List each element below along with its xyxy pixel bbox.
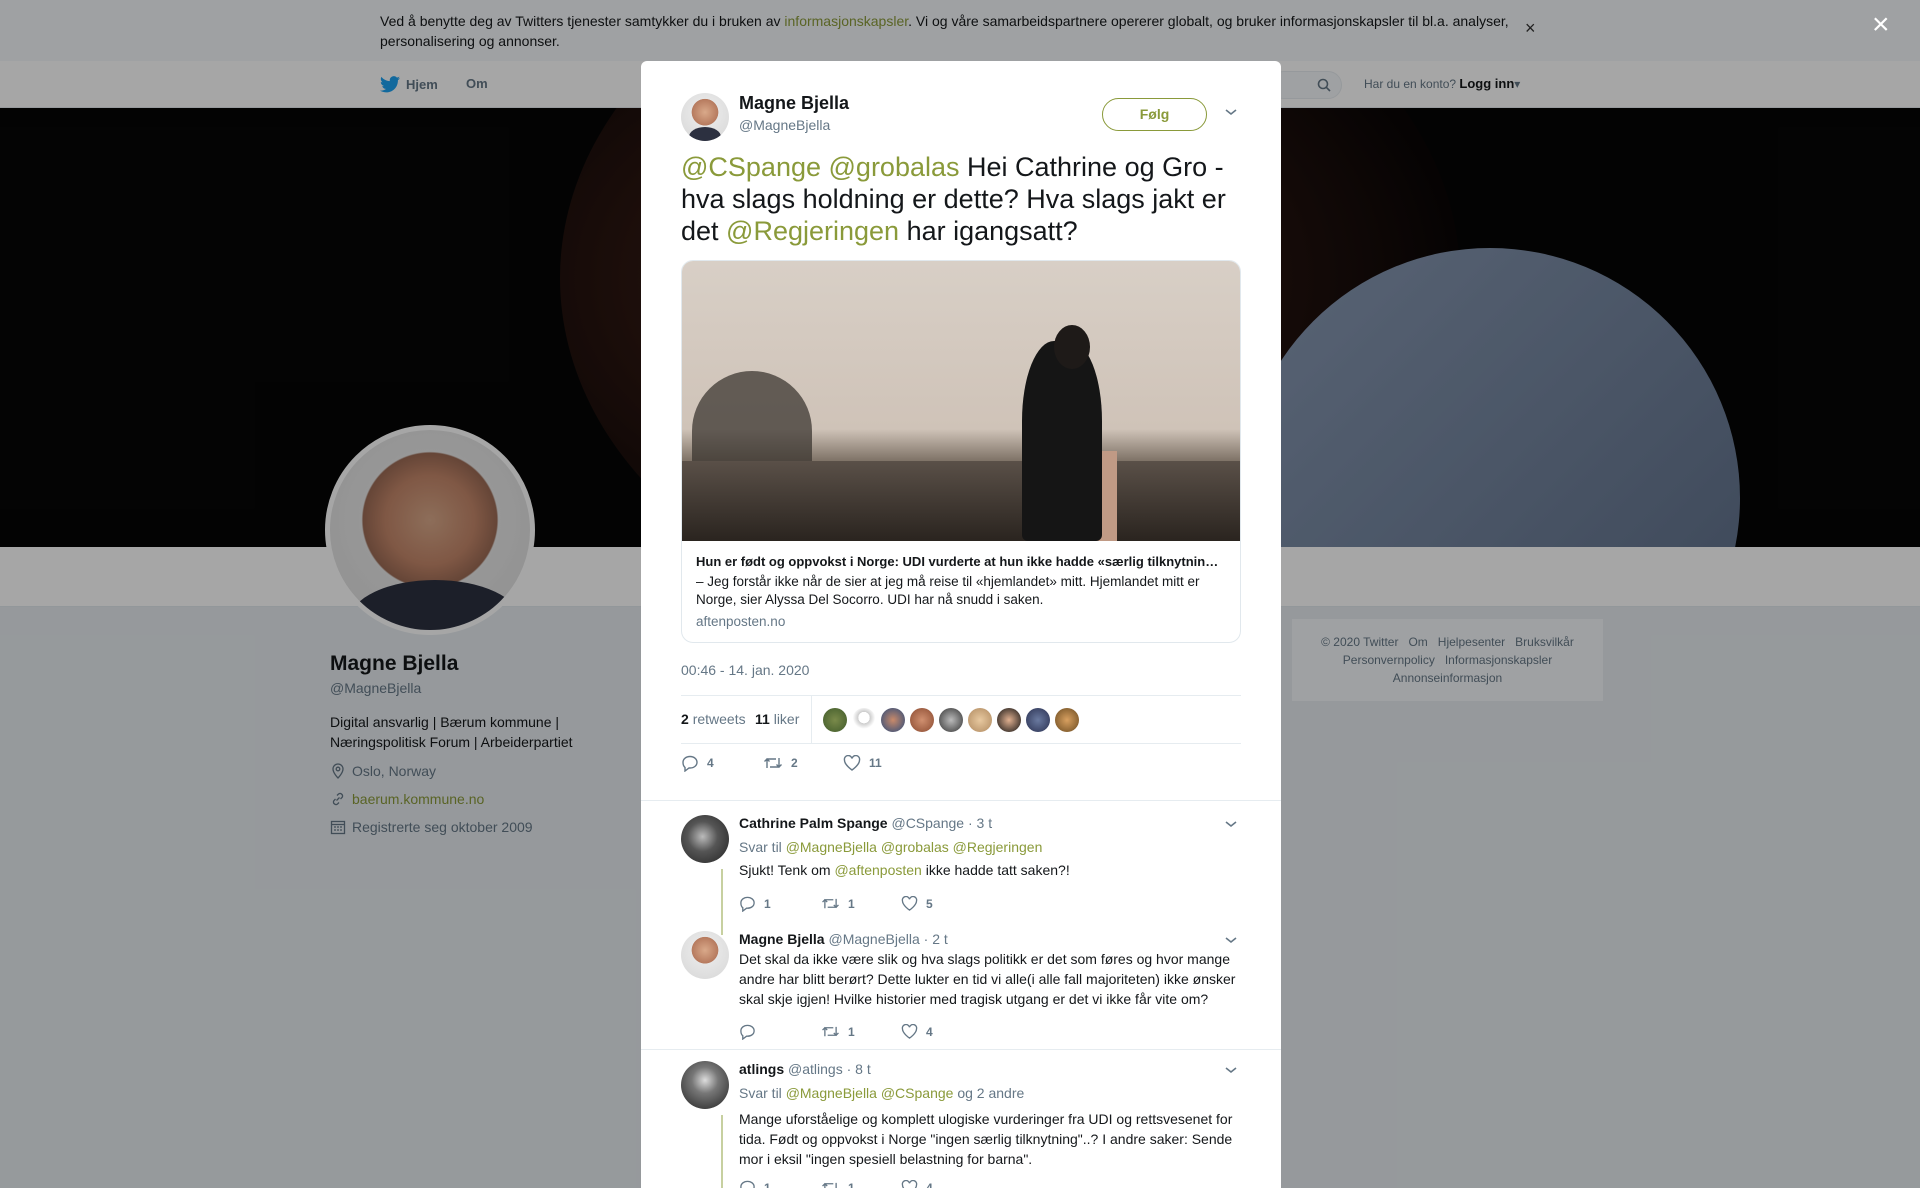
like-button[interactable]: 11 xyxy=(843,755,882,771)
mention-link[interactable]: @aftenposten xyxy=(834,862,921,878)
reply-header: Cathrine Palm Spange @CSpange · 3 t xyxy=(739,815,992,831)
heart-icon xyxy=(901,896,918,911)
retweets-stat[interactable]: 2 retweets xyxy=(681,711,746,727)
reply-button[interactable]: 1 xyxy=(739,895,821,912)
liker-avatar[interactable] xyxy=(1026,708,1050,732)
liker-avatar[interactable] xyxy=(910,708,934,732)
reply-to-line: Svar til @MagneBjella @CSpange og 2 andr… xyxy=(739,1085,1025,1101)
reply-author-name[interactable]: Cathrine Palm Spange xyxy=(739,815,888,831)
reply-to-mentions[interactable]: @MagneBjella @CSpange xyxy=(786,1085,954,1101)
link-card[interactable]: Hun er født og oppvokst i Norge: UDI vur… xyxy=(681,260,1241,643)
tweet-author-handle[interactable]: @MagneBjella xyxy=(739,117,830,133)
reply-icon xyxy=(740,896,755,912)
tweet-stats: 2 retweets 11 liker xyxy=(681,695,1241,744)
reply-button[interactable]: 1 xyxy=(739,1179,821,1188)
reply-body: Det skal da ikke være slik og hva slags … xyxy=(739,951,1236,1007)
reply-time[interactable]: · 8 t xyxy=(847,1061,871,1077)
retweet-icon xyxy=(822,1182,837,1188)
likes-stat[interactable]: 11 liker xyxy=(755,711,799,727)
heart-icon xyxy=(843,755,861,771)
retweet-button[interactable]: 2 xyxy=(763,755,843,771)
card-image xyxy=(682,261,1240,541)
like-button[interactable]: 4 xyxy=(901,1180,933,1188)
retweet-button[interactable]: 1 xyxy=(821,896,901,911)
reply-body: Sjukt! Tenk om @aftenposten ikke hadde t… xyxy=(739,862,1070,878)
tweet-text: @CSpange @grobalas Hei Cathrine og Gro -… xyxy=(681,152,1226,246)
tweet-timestamp[interactable]: 00:46 - 14. jan. 2020 xyxy=(681,662,809,678)
card-domain: aftenposten.no xyxy=(696,614,786,629)
heart-icon xyxy=(901,1180,918,1188)
heart-icon xyxy=(901,1024,918,1039)
reply-author-handle[interactable]: @atlings xyxy=(788,1061,843,1077)
reply-time[interactable]: · 3 t xyxy=(968,815,992,831)
liker-avatar[interactable] xyxy=(968,708,992,732)
card-description: – Jeg forstår ikke når de sier at jeg må… xyxy=(696,574,1200,607)
retweet-icon xyxy=(822,1026,839,1037)
retweet-button[interactable]: 1 xyxy=(821,1024,901,1039)
mention-link[interactable]: @CSpange xyxy=(681,152,821,182)
liker-avatar[interactable] xyxy=(939,708,963,732)
retweet-icon xyxy=(764,758,782,768)
close-modal-button[interactable]: × xyxy=(1872,10,1890,40)
mention-link[interactable]: @Regjeringen xyxy=(726,216,899,246)
reply-icon xyxy=(682,755,698,772)
reply-icon xyxy=(740,1024,755,1040)
reply-author-handle[interactable]: @MagneBjella xyxy=(828,931,919,947)
card-title: Hun er født og oppvokst i Norge: UDI vur… xyxy=(696,554,1226,569)
reply-tweet: Magne Bjella @MagneBjella · 2 t Det skal… xyxy=(681,931,1251,1051)
reply-header: Magne Bjella @MagneBjella · 2 t xyxy=(739,931,948,947)
tweet-author-name[interactable]: Magne Bjella xyxy=(739,93,849,114)
like-button[interactable]: 4 xyxy=(901,1024,933,1039)
tweet-actions: 4 2 11 xyxy=(681,754,882,772)
reply-actions: 1 1 4 xyxy=(739,1179,933,1188)
reply-body: Mange uforståelige og komplett ulogiske … xyxy=(739,1111,1233,1167)
follow-button[interactable]: Følg xyxy=(1102,98,1207,131)
tweet-modal: Magne Bjella @MagneBjella Følg @CSpange … xyxy=(641,61,1281,1188)
reply-to-line: Svar til @MagneBjella @grobalas @Regjeri… xyxy=(739,839,1043,855)
like-button[interactable]: 5 xyxy=(901,896,933,911)
chevron-down-icon[interactable] xyxy=(1224,107,1238,117)
liker-avatars xyxy=(823,708,1079,732)
mention-link[interactable]: @grobalas xyxy=(829,152,960,182)
liker-avatar[interactable] xyxy=(997,708,1021,732)
reply-avatar[interactable] xyxy=(681,931,729,979)
chevron-down-icon[interactable] xyxy=(1224,935,1238,945)
reply-avatar[interactable] xyxy=(681,815,729,863)
reply-to-mentions[interactable]: @MagneBjella @grobalas @Regjeringen xyxy=(786,839,1043,855)
liker-avatar[interactable] xyxy=(852,708,876,732)
reply-author-name[interactable]: atlings xyxy=(739,1061,784,1077)
chevron-down-icon[interactable] xyxy=(1224,819,1238,829)
reply-actions: 1 1 5 xyxy=(739,895,933,912)
liker-avatar[interactable] xyxy=(823,708,847,732)
reply-tweet: Cathrine Palm Spange @CSpange · 3 t Svar… xyxy=(681,815,1251,935)
chevron-down-icon[interactable] xyxy=(1224,1065,1238,1075)
tweet-author-avatar[interactable] xyxy=(681,93,729,141)
reply-button[interactable]: 4 xyxy=(681,754,763,772)
reply-avatar[interactable] xyxy=(681,1061,729,1109)
reply-tweet: atlings @atlings · 8 t Svar til @MagneBj… xyxy=(681,1061,1251,1188)
reply-button[interactable] xyxy=(739,1023,821,1040)
reply-actions: 1 4 xyxy=(739,1023,933,1040)
retweet-button[interactable]: 1 xyxy=(821,1180,901,1188)
liker-avatar[interactable] xyxy=(881,708,905,732)
reply-header: atlings @atlings · 8 t xyxy=(739,1061,871,1077)
reply-author-handle[interactable]: @CSpange xyxy=(891,815,964,831)
liker-avatar[interactable] xyxy=(1055,708,1079,732)
reply-author-name[interactable]: Magne Bjella xyxy=(739,931,825,947)
retweet-icon xyxy=(822,898,839,909)
reply-time[interactable]: · 2 t xyxy=(924,931,948,947)
reply-icon xyxy=(740,1180,755,1188)
